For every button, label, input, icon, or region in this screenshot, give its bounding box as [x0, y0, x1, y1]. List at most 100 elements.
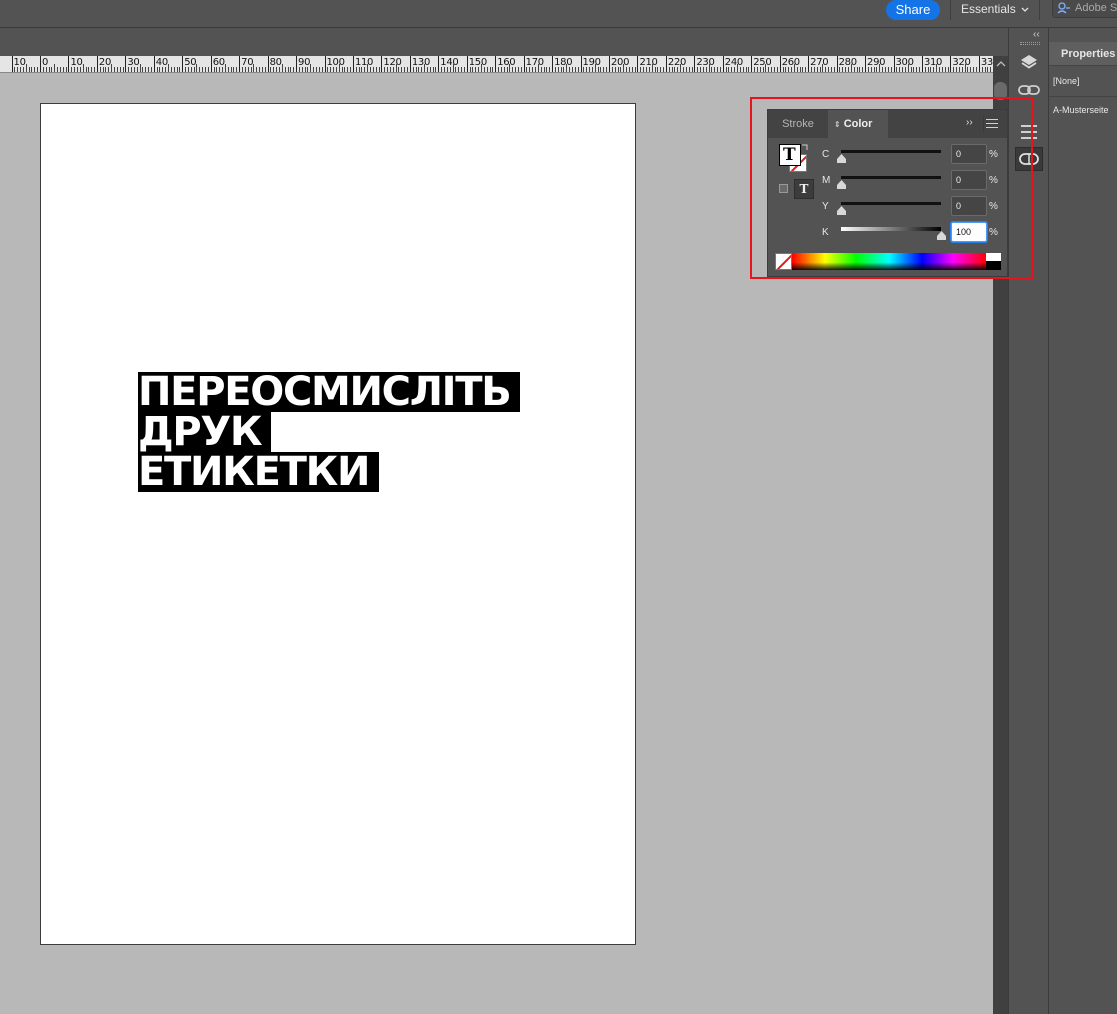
ruler-minor-tick	[199, 67, 201, 72]
channel-c-input[interactable]: 0	[951, 144, 987, 164]
channel-y-input[interactable]: 0	[951, 196, 987, 216]
ruler-minor-tick	[739, 67, 741, 72]
scroll-up-icon[interactable]	[996, 60, 1006, 68]
ruler-minor-tick	[566, 64, 568, 72]
ruler-major-tick	[722, 56, 724, 72]
collapse-panels-icon[interactable]: ‹‹	[1033, 29, 1040, 40]
ruler-minor-tick	[333, 67, 335, 72]
channel-m-thumb[interactable]	[837, 180, 846, 189]
ruler-minor-tick	[512, 67, 514, 72]
ruler-minor-tick	[850, 64, 852, 72]
ruler-minor-tick	[793, 64, 795, 72]
ruler-minor-tick	[628, 67, 630, 72]
ruler-minor-tick	[173, 67, 175, 72]
app-bar: Share Essentials Adobe S	[0, 0, 1117, 28]
white-swatch[interactable]	[986, 253, 1001, 261]
channel-k-input[interactable]: 100	[951, 222, 987, 242]
ruler-minor-tick	[190, 67, 192, 72]
ruler-minor-tick	[318, 67, 320, 72]
ruler-major-tick	[296, 56, 298, 72]
ruler-minor-tick	[330, 67, 332, 72]
properties-row-none[interactable]: [None]	[1053, 76, 1080, 86]
ruler-minor-tick	[307, 67, 309, 72]
ruler-minor-tick	[105, 67, 107, 72]
ruler-minor-tick	[543, 67, 545, 72]
properties-row-master-page[interactable]: A-Musterseite	[1053, 105, 1109, 115]
scroll-thumb[interactable]	[994, 82, 1007, 100]
default-fill-stroke-icon[interactable]	[779, 184, 789, 194]
panel-menu-icon[interactable]	[986, 119, 998, 128]
ruler-major-tick	[865, 56, 867, 72]
ruler-minor-tick	[822, 64, 824, 72]
strip-grip-icon[interactable]	[1020, 42, 1040, 45]
workspace-label: Essentials	[961, 2, 1016, 16]
ruler-minor-tick	[432, 67, 434, 72]
channel-c-slider[interactable]	[841, 150, 941, 153]
color-spectrum-ramp[interactable]	[792, 253, 986, 270]
black-swatch[interactable]	[986, 261, 1001, 270]
ruler-minor-tick	[907, 64, 909, 72]
ruler-minor-tick	[367, 64, 369, 72]
collapse-panel-icon[interactable]: ››	[966, 117, 973, 128]
stock-search-input[interactable]: Adobe S	[1052, 0, 1117, 18]
channel-k-slider[interactable]	[841, 227, 941, 231]
links-button[interactable]	[1015, 78, 1043, 102]
ruler-minor-tick	[549, 67, 551, 72]
channel-y-slider[interactable]	[841, 202, 941, 205]
swap-fill-stroke-icon[interactable]	[801, 143, 809, 151]
ruler-minor-tick	[213, 67, 215, 72]
ruler-minor-tick	[799, 67, 801, 72]
tab-stroke[interactable]: Stroke	[768, 110, 828, 138]
cc-libraries-button[interactable]	[1015, 147, 1043, 171]
ruler-minor-tick	[168, 64, 170, 72]
channel-c-thumb[interactable]	[837, 154, 846, 163]
layers-button[interactable]	[1015, 50, 1043, 74]
channel-m-input[interactable]: 0	[951, 170, 987, 190]
ruler-minor-tick	[563, 67, 565, 72]
ruler-minor-tick	[944, 67, 946, 72]
ruler-major-tick	[40, 56, 41, 72]
channel-y-thumb[interactable]	[837, 206, 846, 215]
ruler-minor-tick	[645, 67, 647, 72]
ruler-minor-tick	[970, 67, 972, 72]
formatting-affects-text-button[interactable]: T	[794, 179, 814, 199]
ruler-minor-tick	[14, 67, 16, 72]
ruler-minor-tick	[37, 67, 39, 72]
ruler-minor-tick	[936, 64, 938, 72]
links-icon	[1018, 85, 1040, 95]
headline-text-frame[interactable]: ПЕРЕОСМИСЛІТЬ ДРУК ЕТИКЕТКИ	[138, 372, 521, 492]
ruler-minor-tick	[802, 67, 804, 72]
horizontal-ruler[interactable]: 10 0 10 20 30 40 50 60 70 80 90 100 110 120 130 140 150 1…	[0, 56, 993, 73]
ruler-minor-tick	[557, 67, 559, 72]
ruler-minor-tick	[634, 67, 636, 72]
document-page[interactable]: ПЕРЕОСМИСЛІТЬ ДРУК ЕТИКЕТКИ	[40, 103, 636, 945]
tab-color[interactable]: ⇕ Color	[828, 110, 888, 138]
none-color-swatch[interactable]	[775, 253, 792, 270]
ruler-minor-tick	[284, 67, 286, 72]
paragraph-styles-button[interactable]	[1015, 120, 1043, 144]
ruler-major-tick	[694, 56, 696, 72]
ruler-minor-tick	[449, 67, 451, 72]
channel-k-thumb[interactable]	[937, 231, 946, 240]
workspace-switcher[interactable]: Essentials	[950, 0, 1040, 20]
ruler-minor-tick	[890, 67, 892, 72]
ruler-minor-tick	[572, 67, 573, 72]
ruler-major-tick	[239, 56, 241, 72]
ruler-minor-tick	[472, 67, 474, 72]
ruler-major-tick	[182, 56, 184, 72]
tab-properties[interactable]: Properties	[1049, 42, 1117, 66]
ruler-minor-tick	[389, 67, 391, 72]
ruler-minor-tick	[540, 67, 542, 72]
share-button[interactable]: Share	[886, 0, 940, 20]
ruler-minor-tick	[108, 67, 110, 72]
ruler-major-tick	[808, 56, 810, 72]
ruler-minor-tick	[119, 67, 121, 72]
fill-swatch[interactable]: T	[779, 144, 801, 166]
channel-m-slider[interactable]	[841, 176, 941, 179]
ruler-minor-tick	[375, 67, 377, 72]
ruler-minor-tick	[224, 64, 226, 72]
ruler-minor-tick	[671, 67, 673, 72]
ruler-minor-tick	[202, 67, 204, 72]
ruler-minor-tick	[626, 67, 628, 72]
ruler-minor-tick	[429, 67, 431, 72]
